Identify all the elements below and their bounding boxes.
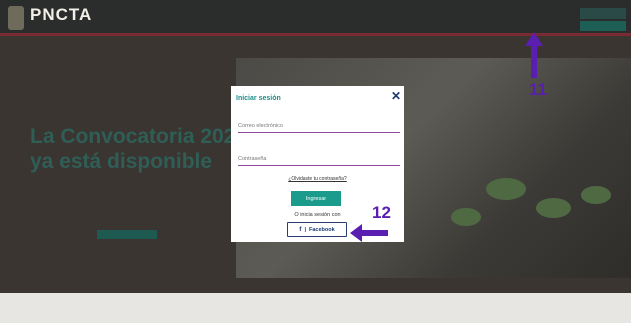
email-field[interactable]: [238, 120, 400, 133]
hero-cta-button[interactable]: [97, 230, 157, 239]
annotation-arrow-up-icon: [525, 32, 543, 78]
modal-title: Iniciar sesión: [236, 95, 281, 102]
hero-title-line-1: La Convocatoria 202: [30, 125, 236, 148]
annotation-number-12: 12: [372, 203, 391, 222]
facebook-login-button[interactable]: f | Facebook: [287, 222, 347, 237]
plant-shape: [536, 198, 571, 218]
plant-shape: [451, 208, 481, 226]
hero-title-line-2: ya está disponible: [30, 150, 213, 173]
header-secondary-button[interactable]: [580, 21, 626, 31]
close-icon[interactable]: ✕: [391, 89, 401, 103]
plant-shape: [581, 186, 611, 204]
site-logo[interactable]: PNCTA: [30, 5, 92, 25]
facebook-button-label: Facebook: [309, 226, 335, 233]
top-navbar: PNCTA: [0, 0, 631, 36]
annotation-arrow-left-icon: [350, 224, 388, 242]
facebook-icon: f: [299, 226, 302, 233]
emblem-logo-icon: [8, 6, 24, 30]
login-button[interactable]: Ingresar: [291, 191, 341, 206]
header-action-button[interactable]: [580, 8, 626, 19]
forgot-password-link[interactable]: ¿Olvidaste tu contraseña?: [231, 176, 404, 182]
facebook-separator: |: [304, 226, 307, 233]
password-field[interactable]: [238, 153, 400, 166]
plant-shape: [486, 178, 526, 200]
annotation-number-11: 11: [529, 80, 547, 99]
